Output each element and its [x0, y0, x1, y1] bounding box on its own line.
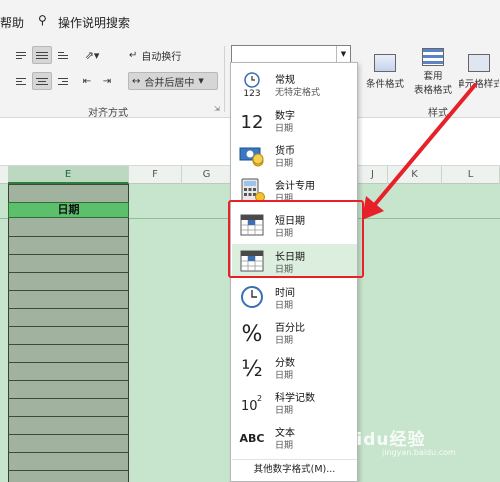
text-abc-icon: ABC [239, 424, 265, 450]
menu-item-sub: 日期 [275, 301, 294, 311]
conditional-format-icon [374, 54, 396, 72]
column-header-F[interactable]: F [129, 166, 182, 184]
menu-item-sub: 日期 [275, 336, 294, 346]
orientation-icon: ⇗▾ [84, 48, 100, 62]
row-line [8, 434, 129, 435]
menu-item-sub: 日期 [275, 406, 294, 416]
increase-indent-icon: ⇥ [102, 75, 112, 87]
menu-item-sub: 日期 [275, 441, 294, 451]
menu-bar: 帮助 ⚲ 操作说明搜索 [0, 0, 500, 42]
baidu-watermark: Baidu经验 jingyan.baidu.com [330, 425, 456, 457]
table-format-icon [422, 48, 444, 66]
align-left-button[interactable] [12, 72, 30, 90]
svg-text:2: 2 [257, 394, 262, 403]
chevron-down-icon: ▼ [198, 77, 204, 85]
decrease-indent-icon: ⇤ [82, 75, 92, 87]
chevron-down-icon[interactable]: ▼ [336, 46, 350, 62]
row-line [8, 416, 129, 417]
menu-item-name: 分数 [275, 358, 295, 369]
svg-text:123: 123 [243, 89, 260, 97]
row-line [8, 470, 129, 471]
group-separator [224, 46, 225, 112]
currency-icon [239, 142, 265, 168]
menu-item-general[interactable]: 123 常规 无特定格式 [232, 67, 357, 101]
svg-text:10: 10 [241, 399, 258, 414]
red-arrow-icon [362, 83, 477, 220]
scientific-icon: 10 2 [239, 389, 265, 415]
align-right-button[interactable] [54, 72, 72, 90]
align-middle-button[interactable] [32, 46, 52, 64]
watermark-brand: Baidu经验 [330, 430, 426, 450]
clock-123-icon: 123 [239, 71, 265, 97]
align-bottom-button[interactable] [54, 46, 72, 64]
menu-item-percent[interactable]: % 百分比 日期 [232, 315, 357, 349]
row-line [8, 272, 129, 273]
dialog-launcher-icon[interactable]: ⇲ [214, 105, 220, 113]
svg-text:ABC: ABC [240, 432, 265, 445]
row-line [8, 290, 129, 291]
menu-item-name: 常规 [275, 75, 295, 86]
wrap-text-icon: ↵ [129, 49, 138, 61]
row-line [8, 254, 129, 255]
menu-item-name: 时间 [275, 288, 295, 299]
wrap-text-label: 自动换行 [141, 51, 182, 63]
menu-help[interactable]: 帮助 [0, 14, 24, 31]
alignment-group-label: 对齐方式 [88, 108, 128, 119]
header-cell-date[interactable]: 日期 [8, 202, 129, 218]
fraction-icon: ½ [239, 354, 265, 380]
lightbulb-icon: ⚲ [38, 13, 47, 27]
menu-item-scientific[interactable]: 10 2 科学记数 日期 [232, 385, 357, 419]
menu-item-currency[interactable]: 货币 日期 [232, 138, 357, 172]
menu-item-sub: 无特定格式 [275, 88, 321, 98]
row-line [8, 326, 129, 327]
row-line [8, 344, 129, 345]
watermark-url: jingyan.baidu.com [382, 448, 456, 457]
percent-icon: % [239, 319, 265, 345]
menu-item-sub: 日期 [275, 371, 294, 381]
number-12-icon: 12 [239, 107, 265, 133]
menu-item-sub: 日期 [275, 159, 294, 169]
row-line [8, 380, 129, 381]
wrap-text-button[interactable]: ↵ 自动换行 [128, 46, 198, 64]
row-line [8, 236, 129, 237]
more-number-formats[interactable]: 其他数字格式(M)... [232, 459, 357, 479]
align-top-button[interactable] [12, 46, 30, 64]
menu-item-name: 科学记数 [275, 393, 315, 404]
number-format-select[interactable]: ▼ [231, 45, 351, 63]
merge-center-label: 合并后居中 [144, 77, 195, 89]
column-header-E[interactable]: E [8, 166, 129, 184]
menu-item-number[interactable]: 12 数字 日期 [232, 103, 357, 137]
row-line [8, 308, 129, 309]
clock-icon [239, 284, 265, 310]
svg-text:%: % [242, 322, 263, 345]
menu-item-name: 会计专用 [275, 181, 315, 192]
row-line [8, 452, 129, 453]
decrease-indent-button[interactable]: ⇤ [78, 72, 96, 90]
menu-item-sub: 日期 [275, 124, 294, 134]
selected-column-E[interactable] [8, 184, 129, 482]
row-line [8, 184, 129, 185]
column-header-G[interactable]: G [182, 166, 232, 184]
align-center-button[interactable] [32, 72, 52, 90]
menu-item-time[interactable]: 时间 日期 [232, 280, 357, 314]
orientation-button[interactable]: ⇗▾ [78, 46, 106, 64]
svg-text:½: ½ [241, 357, 262, 380]
menu-item-name: 数字 [275, 111, 295, 122]
menu-item-name: 文本 [275, 428, 295, 439]
merge-center-button[interactable]: ↔ 合并后居中 ▼ [128, 72, 218, 90]
row-line [8, 362, 129, 363]
menu-item-fraction[interactable]: ½ 分数 日期 [232, 350, 357, 384]
tell-me-search[interactable]: 操作说明搜索 [58, 14, 130, 31]
menu-item-name: 货币 [275, 146, 295, 157]
merge-icon: ↔ [132, 75, 141, 87]
cell-styles-icon [468, 54, 490, 72]
increase-indent-button[interactable]: ⇥ [98, 72, 116, 90]
row-line [8, 398, 129, 399]
menu-item-name: 百分比 [275, 323, 305, 334]
svg-text:12: 12 [241, 112, 264, 133]
